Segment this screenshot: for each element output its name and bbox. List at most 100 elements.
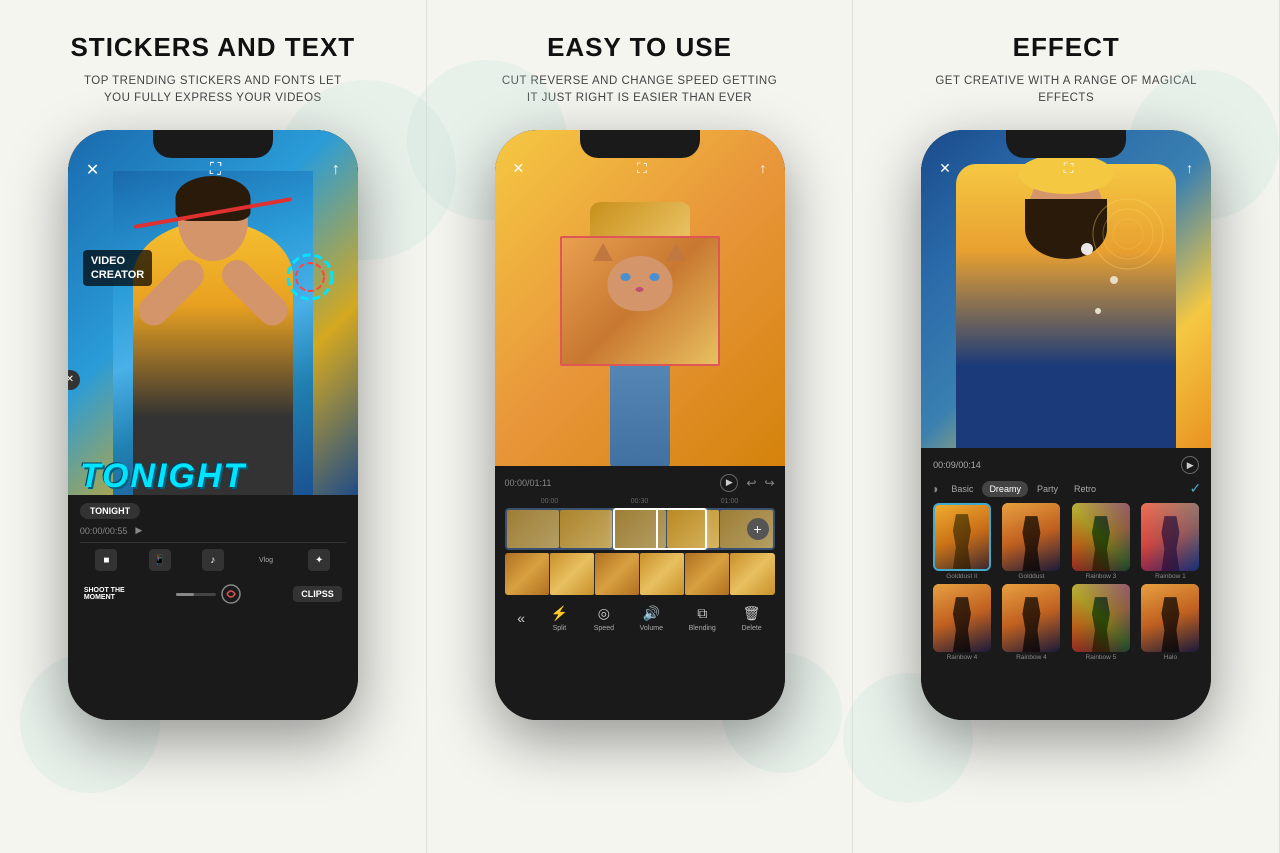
tab-basic[interactable]: Basic: [944, 481, 980, 497]
label-halo: Halo: [1164, 654, 1177, 661]
p2-expand-icon[interactable]: ⛶: [637, 160, 647, 177]
phone-stickers: ✕ ⛶ ↑: [68, 130, 358, 720]
easy-subtitle: CUT REVERSE AND CHANGE SPEED GETTING IT …: [500, 73, 780, 108]
p3-expand-icon[interactable]: ⛶: [1064, 160, 1074, 177]
effect-thumb-r5: [1072, 584, 1130, 652]
tool-split[interactable]: ⚡ Split: [551, 605, 568, 632]
circle-sticker: [283, 250, 338, 305]
label-rainbow3: Rainbow 3: [1086, 573, 1117, 580]
overlay-1: [935, 505, 989, 569]
stickers-title: STICKERS AND TEXT: [70, 32, 355, 63]
effect-thumb-golddust: [1002, 503, 1060, 571]
effect-halo[interactable]: Halo: [1138, 584, 1204, 661]
effect-thumb-r4a: [933, 584, 991, 652]
delete-label: Delete: [741, 625, 761, 632]
label-golddust2: Golddust II: [946, 573, 977, 580]
tool-volume[interactable]: 🔊 Volume: [640, 605, 663, 632]
thumbnail-strip[interactable]: [505, 553, 775, 595]
effect-rainbow4b[interactable]: Rainbow 4: [999, 584, 1065, 661]
effect-subtitle: GET CREATIVE WITH A RANGE OF MAGICAL EFF…: [926, 73, 1206, 108]
effect-type-icon: ◑: [931, 482, 938, 496]
phone1-screen: ✕ ⛶ ↑: [68, 130, 358, 720]
share-icon[interactable]: ↑: [332, 161, 340, 179]
tab-dreamy[interactable]: Dreamy: [982, 481, 1028, 497]
loop-icon: [220, 583, 242, 605]
tab-retro[interactable]: Retro: [1067, 481, 1103, 497]
thumb-4: [640, 553, 684, 595]
effect-golddust[interactable]: Golddust: [999, 503, 1065, 580]
add-clip-btn[interactable]: +: [747, 518, 769, 540]
tool-music[interactable]: ♪: [202, 549, 224, 571]
phone1-toolbar: ■ 📱 ♪ Vlog ✦: [80, 542, 346, 577]
speed-label: Speed: [594, 625, 614, 632]
effect-rainbow3[interactable]: Rainbow 3: [1068, 503, 1134, 580]
phone2-video-area: [495, 130, 785, 472]
tool-effects[interactable]: ✦: [308, 549, 330, 571]
phone2-timeline-main[interactable]: +: [505, 508, 775, 550]
effect-thumb-golddust2: [933, 503, 991, 571]
timeline-cursor: [656, 508, 658, 550]
easy-title: EASY TO USE: [547, 32, 732, 63]
phone-notch-2: [580, 130, 700, 158]
overlay-3: [1072, 503, 1130, 571]
play-btn-icon[interactable]: ▶: [135, 525, 142, 536]
video-creator-sticker: VIDEO CREATOR: [83, 250, 152, 287]
p2-undo-icon[interactable]: ↪: [764, 476, 774, 490]
effect-thumb-halo: [1141, 584, 1199, 652]
expand-icon[interactable]: ⛶: [210, 161, 221, 179]
timeline-ruler: 00:00 00:30 01:00: [505, 498, 775, 505]
tab-party[interactable]: Party: [1030, 481, 1065, 497]
tool-square[interactable]: ■: [95, 549, 117, 571]
effect-tabs-row: ◑ Basic Dreamy Party Retro ✓: [929, 480, 1203, 497]
blending-label: Blending: [689, 625, 716, 632]
tool-delete[interactable]: 🗑 Delete: [741, 605, 761, 632]
tool-blend[interactable]: ⧉ Blending: [689, 605, 716, 632]
effect-thumb-rainbow1: [1141, 503, 1199, 571]
easy-section: EASY TO USE CUT REVERSE AND CHANGE SPEED…: [427, 0, 854, 853]
phone3-topbar: ✕ ⛶ ↑: [921, 160, 1211, 177]
tool-back[interactable]: «: [517, 610, 525, 626]
thumb-6: [730, 553, 774, 595]
label-r4a: Rainbow 4: [947, 654, 978, 661]
app-brand-name: CLIPSS: [293, 586, 342, 602]
tonight-text: TONIGHT: [80, 457, 246, 496]
x-remove-btn[interactable]: ✕: [68, 370, 80, 390]
effect-thumb-rainbow3: [1072, 503, 1130, 571]
effect-confirm-icon[interactable]: ✓: [1189, 480, 1201, 497]
tool-vlog[interactable]: Vlog: [255, 549, 277, 571]
effect-rainbow4a[interactable]: Rainbow 4: [929, 584, 995, 661]
thumb-3: [595, 553, 639, 595]
tool-mobile[interactable]: 📱: [149, 549, 171, 571]
thumb-1: [505, 553, 549, 595]
p2-play-btn[interactable]: ▶: [720, 474, 738, 492]
effect-rings: [1088, 194, 1168, 274]
p2-close-icon[interactable]: ✕: [513, 160, 525, 177]
sparkle-2: [1110, 276, 1118, 284]
phone-notch-3: [1006, 130, 1126, 158]
effect-rainbow1[interactable]: Rainbow 1: [1138, 503, 1204, 580]
split-label: Split: [553, 625, 567, 632]
phone1-timecode: 00:00/00:55 ▶: [80, 525, 346, 536]
phone1-video-area: VIDEO CREATOR TONIGHT ✕: [68, 130, 358, 502]
brand-logo: SHOOT THEMOMENT: [84, 587, 125, 601]
phone2-toolbar: « ⚡ Split ◎ Speed 🔊 Volume: [505, 599, 775, 634]
cat-preview-box: [560, 236, 720, 366]
sticker-line1: VIDEO: [91, 254, 144, 268]
label-rainbow1: Rainbow 1: [1155, 573, 1186, 580]
progress-bar: [176, 593, 216, 596]
p2-redo-icon[interactable]: ↩: [746, 476, 756, 490]
effect-golddust2[interactable]: Golddust II: [929, 503, 995, 580]
sticker-line2: CREATOR: [91, 268, 144, 282]
effects-grid: Golddust II Golddust: [929, 503, 1203, 580]
phone1-topbar: ✕ ⛶ ↑: [68, 160, 358, 180]
tonight-tag: TONIGHT: [80, 503, 140, 519]
p2-share-icon[interactable]: ↑: [759, 160, 766, 177]
effect-rainbow5[interactable]: Rainbow 5: [1068, 584, 1134, 661]
p3-share-icon[interactable]: ↑: [1186, 160, 1193, 177]
p3-play-btn[interactable]: ▶: [1181, 456, 1199, 474]
phone-effect: ✕ ⛶ ↑: [921, 130, 1211, 720]
p3-close-icon[interactable]: ✕: [939, 160, 951, 177]
tool-speed[interactable]: ◎ Speed: [594, 605, 614, 632]
phone2-controls-row: 00:00/01:11 ▶ ↩ ↪: [505, 474, 775, 492]
close-icon[interactable]: ✕: [86, 160, 99, 180]
